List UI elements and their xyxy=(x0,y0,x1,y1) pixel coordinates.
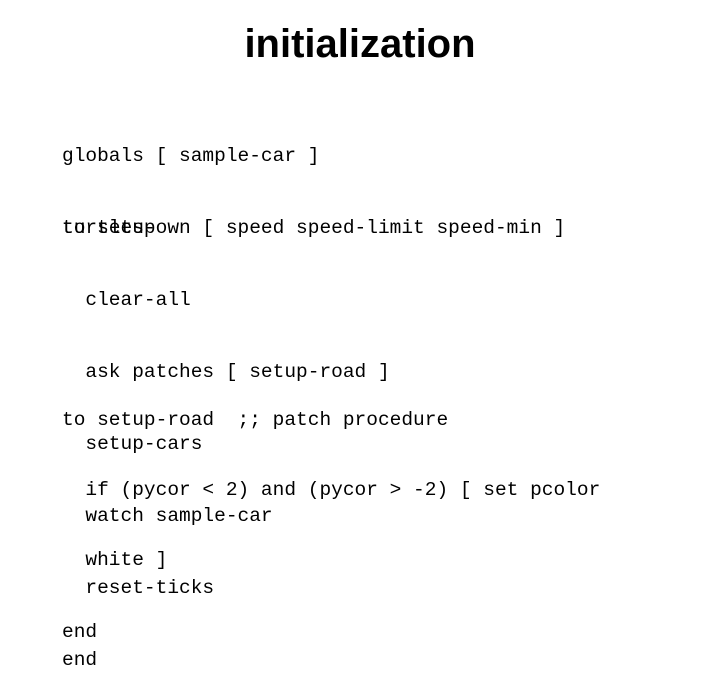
code-line: white ] xyxy=(62,549,168,571)
slide-title: initialization xyxy=(244,22,476,66)
code-line: to setup-road ;; patch procedure xyxy=(62,409,449,431)
code-line: if (pycor < 2) and (pycor > -2) [ set pc… xyxy=(62,479,601,501)
code-block-setup-road: to setup-road ;; patch procedure if (pyc… xyxy=(62,360,600,668)
code-line: to setup xyxy=(62,217,156,239)
code-line: globals [ sample-car ] xyxy=(62,145,320,167)
code-line: clear-all xyxy=(62,289,191,311)
code-line: end xyxy=(62,621,98,643)
